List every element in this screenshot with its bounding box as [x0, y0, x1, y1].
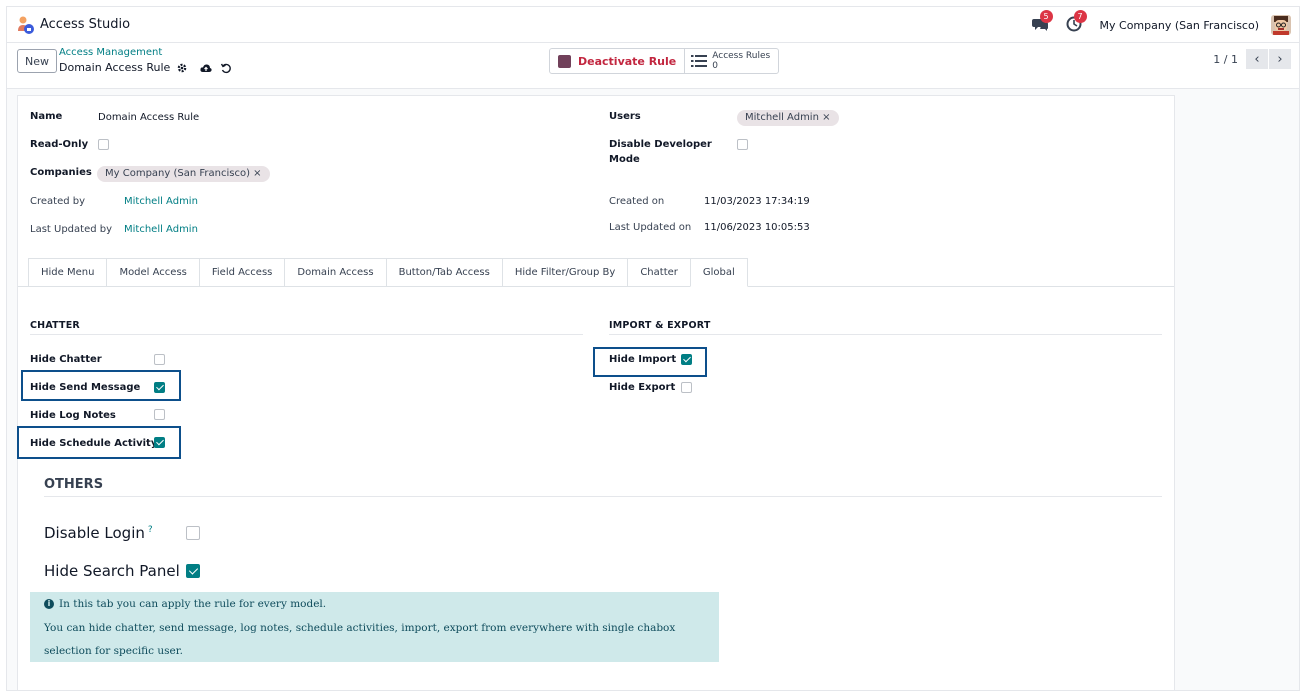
name-label: Name	[30, 111, 63, 122]
info-alert-line1-text: In this tab you can apply the rule for e…	[59, 598, 327, 610]
hide-schedule-activity-checkbox[interactable]	[154, 437, 165, 448]
access-rules-stat: Access Rules 0	[712, 51, 770, 71]
tab-field-access[interactable]: Field Access	[198, 258, 285, 287]
activities-button[interactable]: 7	[1066, 10, 1087, 34]
tab-hide-menu[interactable]: Hide Menu	[28, 258, 107, 287]
users-label: Users	[609, 111, 641, 122]
hide-log-notes-label: Hide Log Notes	[30, 410, 116, 421]
tab-button-tab-access[interactable]: Button/Tab Access	[385, 258, 502, 287]
others-section-title: OTHERS	[44, 477, 104, 492]
tab-domain-access[interactable]: Domain Access	[284, 258, 386, 287]
hide-search-panel-checkbox[interactable]	[186, 564, 200, 578]
remove-tag-icon[interactable]: ×	[822, 112, 830, 123]
company-switcher[interactable]: My Company (San Francisco)	[1100, 19, 1259, 32]
created-by-label: Created by	[30, 196, 86, 207]
hide-send-message-label: Hide Send Message	[30, 382, 141, 393]
created-on-label: Created on	[609, 196, 665, 207]
disable-developer-mode-label-line2: Mode	[609, 154, 640, 165]
pager-next-button[interactable]: ›	[1269, 49, 1291, 69]
info-alert-line1: i In this tab you can apply the rule for…	[44, 598, 326, 610]
control-panel: New Access Management Domain Access Rule…	[7, 43, 1299, 89]
name-field[interactable]: Domain Access Rule	[98, 112, 199, 123]
tab-hide-filter-group-by[interactable]: Hide Filter/Group By	[501, 258, 628, 287]
created-on-value: 11/03/2023 17:34:19	[704, 196, 810, 207]
import-export-section-divider	[609, 334, 1162, 335]
last-updated-on-value: 11/06/2023 10:05:53	[704, 222, 810, 233]
users-tag[interactable]: Mitchell Admin ×	[737, 110, 839, 126]
readonly-checkbox[interactable]	[98, 139, 109, 150]
companies-label: Companies	[30, 167, 92, 178]
form-sheet: Name Domain Access Rule Read-Only Compan…	[17, 95, 1175, 690]
deactivate-rule-label: Deactivate Rule	[578, 54, 677, 68]
import-export-section-title: IMPORT & EXPORT	[609, 320, 711, 331]
access-rules-button[interactable]: Access Rules 0	[685, 49, 778, 73]
chevron-right-icon: ›	[1277, 51, 1283, 67]
last-updated-on-label: Last Updated on	[609, 222, 692, 233]
chatter-section-title: CHATTER	[30, 320, 80, 331]
disable-login-label: Disable Login?	[44, 524, 153, 542]
hide-import-checkbox[interactable]	[681, 354, 692, 365]
tab-chatter[interactable]: Chatter	[627, 258, 690, 287]
hide-export-label: Hide Export	[609, 382, 676, 393]
top-navbar: Access Studio 5 7 My Company (San Franci…	[7, 7, 1299, 43]
deactivate-rule-button[interactable]: Deactivate Rule	[550, 49, 686, 73]
help-tooltip-icon[interactable]: ?	[148, 525, 153, 535]
pager-value[interactable]: 1 / 1	[1213, 53, 1238, 66]
chatter-section-divider	[30, 334, 583, 335]
hide-schedule-activity-label: Hide Schedule Activity	[30, 438, 158, 449]
last-updated-by-link[interactable]: Mitchell Admin	[124, 224, 198, 235]
disable-developer-mode-label: Disable Developer Mode	[609, 139, 712, 165]
users-tag-label: Mitchell Admin	[745, 112, 819, 123]
companies-tag-label: My Company (San Francisco)	[105, 168, 250, 179]
hide-chatter-label: Hide Chatter	[30, 354, 102, 365]
disable-login-label-text: Disable Login	[44, 524, 145, 542]
smart-buttons: Deactivate Rule Access Rules 0	[549, 48, 780, 74]
pager: 1 / 1 ‹ ›	[1213, 49, 1291, 69]
disable-developer-mode-checkbox[interactable]	[737, 139, 748, 150]
hide-send-message-checkbox[interactable]	[154, 382, 165, 393]
notebook-tabs: Hide Menu Model Access Field Access Doma…	[28, 258, 748, 287]
hide-chatter-checkbox[interactable]	[154, 354, 165, 365]
app-window: Access Studio 5 7 My Company (San Franci…	[6, 6, 1300, 691]
user-avatar[interactable]	[1271, 15, 1291, 35]
messages-badge: 5	[1039, 10, 1053, 23]
hide-search-panel-label: Hide Search Panel	[44, 562, 180, 580]
user-avatar-icon	[1271, 15, 1291, 35]
record-title: Domain Access Rule	[59, 61, 171, 74]
disable-developer-mode-label-line1: Disable Developer	[609, 139, 712, 150]
access-studio-logo-icon[interactable]	[17, 15, 35, 35]
remove-tag-icon[interactable]: ×	[253, 168, 261, 179]
companies-tag[interactable]: My Company (San Francisco) ×	[97, 166, 270, 182]
others-section-divider	[44, 496, 1162, 497]
discard-icon[interactable]	[220, 62, 232, 74]
info-alert: i In this tab you can apply the rule for…	[30, 592, 719, 662]
hide-export-checkbox[interactable]	[681, 382, 692, 393]
deactivate-square-icon	[558, 54, 571, 68]
activities-badge: 7	[1073, 10, 1087, 23]
cloud-upload-icon[interactable]	[200, 62, 212, 74]
messages-button[interactable]: 5	[1031, 10, 1053, 34]
access-rules-label: Access Rules	[712, 51, 771, 61]
disable-login-checkbox[interactable]	[186, 526, 200, 540]
info-alert-line3: selection for specific user.	[44, 645, 183, 657]
hide-log-notes-checkbox[interactable]	[154, 409, 165, 420]
list-icon	[691, 55, 708, 67]
access-rules-count: 0	[712, 61, 718, 71]
last-updated-by-label: Last Updated by	[30, 224, 113, 235]
info-circle-icon: i	[44, 599, 54, 609]
hide-import-label: Hide Import	[609, 354, 677, 365]
gear-icon[interactable]	[176, 62, 188, 74]
info-alert-line2: You can hide chatter, send message, log …	[44, 622, 676, 634]
systray: 5 7 My Company (San Francisco)	[1031, 10, 1291, 37]
readonly-label: Read-Only	[30, 139, 89, 150]
created-by-link[interactable]: Mitchell Admin	[124, 196, 198, 207]
chevron-left-icon: ‹	[1254, 51, 1260, 67]
new-button[interactable]: New	[17, 49, 57, 73]
tab-global[interactable]: Global	[689, 258, 748, 287]
breadcrumb-access-management[interactable]: Access Management	[59, 47, 162, 58]
pager-previous-button[interactable]: ‹	[1246, 49, 1268, 69]
record-title-row: Domain Access Rule	[59, 61, 232, 74]
tab-model-access[interactable]: Model Access	[106, 258, 199, 287]
app-name[interactable]: Access Studio	[40, 17, 130, 32]
